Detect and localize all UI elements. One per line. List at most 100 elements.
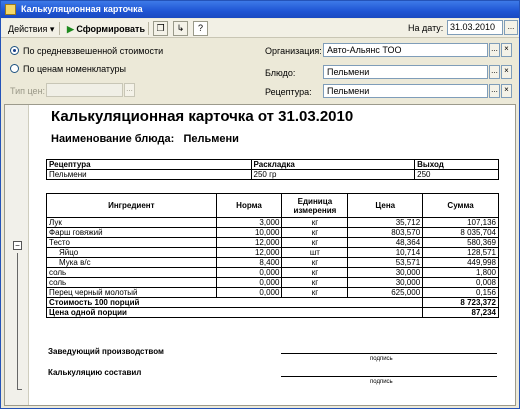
ingredient-unit-cell: кг xyxy=(281,257,349,268)
ingredient-price-cell: 53,571 xyxy=(347,257,424,268)
ingredients-header: Единица измерения xyxy=(281,193,349,218)
ingredient-sum-cell: 0,008 xyxy=(422,277,499,288)
group-line xyxy=(17,253,18,389)
ingredient-price-cell: 803,570 xyxy=(347,227,424,238)
ingredient-sum-cell: 128,571 xyxy=(422,247,499,258)
dish-clear-button[interactable]: × xyxy=(501,65,512,79)
recipe-table-header: Рецептура xyxy=(46,159,252,170)
signature-2-line xyxy=(281,376,497,377)
ingredient-unit-cell: кг xyxy=(281,287,349,298)
group-line-end xyxy=(17,389,22,390)
report-document[interactable]: − Калькуляционная карточка от 31.03.2010… xyxy=(4,104,516,406)
table-row: Фарш говяжий 10,000 кг 803,570 8 035,704 xyxy=(46,227,499,238)
date-input[interactable]: 31.03.2010 xyxy=(447,20,503,35)
org-label: Организация: xyxy=(265,46,322,56)
toolbar: Действия ▾ ▶ Сформировать ❐ ↳ ? На дату: xyxy=(1,19,519,38)
ingredient-price-cell: 30,000 xyxy=(347,267,424,278)
ingredients-table: Ингредиент Норма Единица измерения Цена … xyxy=(45,193,499,318)
radio-weighted-label: По средневзвешенной стоимости xyxy=(23,46,164,56)
date-picker-button[interactable]: ... xyxy=(504,20,518,35)
ingredients-header: Сумма xyxy=(422,193,499,218)
ingredient-unit-cell: кг xyxy=(281,217,349,228)
generate-label: Сформировать xyxy=(76,24,145,34)
ingredient-price-cell: 35,712 xyxy=(347,217,424,228)
ingredient-sum-cell: 8 035,704 xyxy=(422,227,499,238)
dish-select-button[interactable]: ... xyxy=(489,65,500,79)
dish-label: Блюдо: xyxy=(265,68,296,78)
ingredient-sum-cell: 107,136 xyxy=(422,217,499,228)
collapse-group-icon[interactable]: − xyxy=(13,241,22,250)
table-row: Мука в/с 8,400 кг 53,571 449,998 xyxy=(46,257,499,268)
table-row: соль 0,000 кг 30,000 0,008 xyxy=(46,277,499,288)
table-row: Яйцо 12,000 шт 10,714 128,571 xyxy=(46,247,499,258)
settings-arrow-icon[interactable]: ↳ xyxy=(173,21,188,36)
ingredient-norm-cell: 0,000 xyxy=(215,287,283,298)
org-select-button[interactable]: ... xyxy=(489,43,500,57)
date-label: На дату: xyxy=(408,23,444,33)
dish-heading: Наименование блюда: Пельмени xyxy=(51,133,239,145)
total-100-value: 8 723,372 xyxy=(422,297,499,308)
ingredient-name-cell: Мука в/с xyxy=(46,257,217,268)
copy-icon[interactable]: ❐ xyxy=(153,21,168,36)
total-100-label: Стоимость 100 порций xyxy=(45,297,424,308)
signature-2-caption: подпись xyxy=(370,379,393,385)
title-bar: Калькуляционная карточка xyxy=(1,1,519,18)
dish-heading-name: Пельмени xyxy=(183,133,239,145)
table-row: Тесто 12,000 кг 48,364 580,369 xyxy=(46,237,499,248)
recipe-field[interactable]: Пельмени xyxy=(323,84,488,98)
table-row: Перец черный молотый 0,000 кг 625,000 0,156 xyxy=(46,287,499,298)
dish-heading-label: Наименование блюда: xyxy=(51,133,175,145)
recipe-table-cell: 250 гр xyxy=(250,169,416,180)
ingredients-header: Норма xyxy=(215,193,283,218)
recipe-table-cell: Пельмени xyxy=(46,169,252,180)
help-button[interactable]: ? xyxy=(193,21,208,36)
table-row: соль 0,000 кг 30,000 1,800 xyxy=(46,267,499,278)
ingredient-sum-cell: 0,156 xyxy=(422,287,499,298)
ingredient-sum-cell: 449,998 xyxy=(422,257,499,268)
signature-1-caption: подпись xyxy=(370,356,393,362)
play-icon: ▶ xyxy=(67,24,77,34)
ingredient-price-cell: 30,000 xyxy=(347,277,424,288)
radio-weighted[interactable] xyxy=(10,46,19,55)
ingredient-sum-cell: 580,369 xyxy=(422,237,499,248)
report-title: Калькуляционная карточка от 31.03.2010 xyxy=(51,108,354,125)
ingredients-rows: Лук 3,000 кг 35,712 107,136 Фарш говяжий 10,00… xyxy=(46,217,499,298)
price-type-select-button[interactable]: ... xyxy=(124,83,135,97)
recipe-clear-button[interactable]: × xyxy=(501,84,512,98)
ingredient-norm-cell: 3,000 xyxy=(215,217,283,228)
generate-button[interactable]: ▶ Сформировать xyxy=(63,21,149,36)
ingredient-price-cell: 10,714 xyxy=(347,247,424,258)
grouping-gutter: − xyxy=(5,105,29,405)
recipe-label: Рецептура: xyxy=(265,87,312,97)
portion-price-value: 87,234 xyxy=(422,307,499,318)
dish-field[interactable]: Пельмени xyxy=(323,65,488,79)
recipe-table: Рецептура Раскладка Выход Пельмени 250 г… xyxy=(46,159,499,180)
recipe-select-button[interactable]: ... xyxy=(489,84,500,98)
ingredient-unit-cell: кг xyxy=(281,237,349,248)
ingredient-unit-cell: кг xyxy=(281,277,349,288)
vertical-scrollbar[interactable] xyxy=(509,105,515,405)
ingredient-norm-cell: 12,000 xyxy=(215,237,283,248)
org-field[interactable]: Авто-Альянс ТОО xyxy=(323,43,488,57)
ingredient-norm-cell: 10,000 xyxy=(215,227,283,238)
recipe-table-header: Выход xyxy=(414,159,499,170)
ingredient-unit-cell: кг xyxy=(281,267,349,278)
toolbar-separator xyxy=(148,22,149,35)
recipe-table-cell: 250 xyxy=(414,169,499,180)
window-title: Калькуляционная карточка xyxy=(21,4,143,14)
ingredient-norm-cell: 8,400 xyxy=(215,257,283,268)
portion-price-label: Цена одной порции xyxy=(45,307,424,318)
price-type-label: Тип цен: xyxy=(10,86,46,96)
signature-1-line xyxy=(281,353,497,354)
actions-menu[interactable]: Действия ▾ xyxy=(4,21,58,36)
radio-prices[interactable] xyxy=(10,64,19,73)
org-clear-button[interactable]: × xyxy=(501,43,512,57)
signature-1-label: Заведующий производством xyxy=(48,347,164,356)
signature-2-label: Калькуляцию составил xyxy=(48,368,142,377)
recipe-table-header: Раскладка xyxy=(250,159,416,170)
ingredient-name-cell: Перец черный молотый xyxy=(46,287,217,298)
price-type-field[interactable] xyxy=(46,83,123,97)
ingredient-price-cell: 48,364 xyxy=(347,237,424,248)
radio-prices-label: По ценам номенклатуры xyxy=(23,64,127,74)
ingredient-norm-cell: 12,000 xyxy=(215,247,283,258)
